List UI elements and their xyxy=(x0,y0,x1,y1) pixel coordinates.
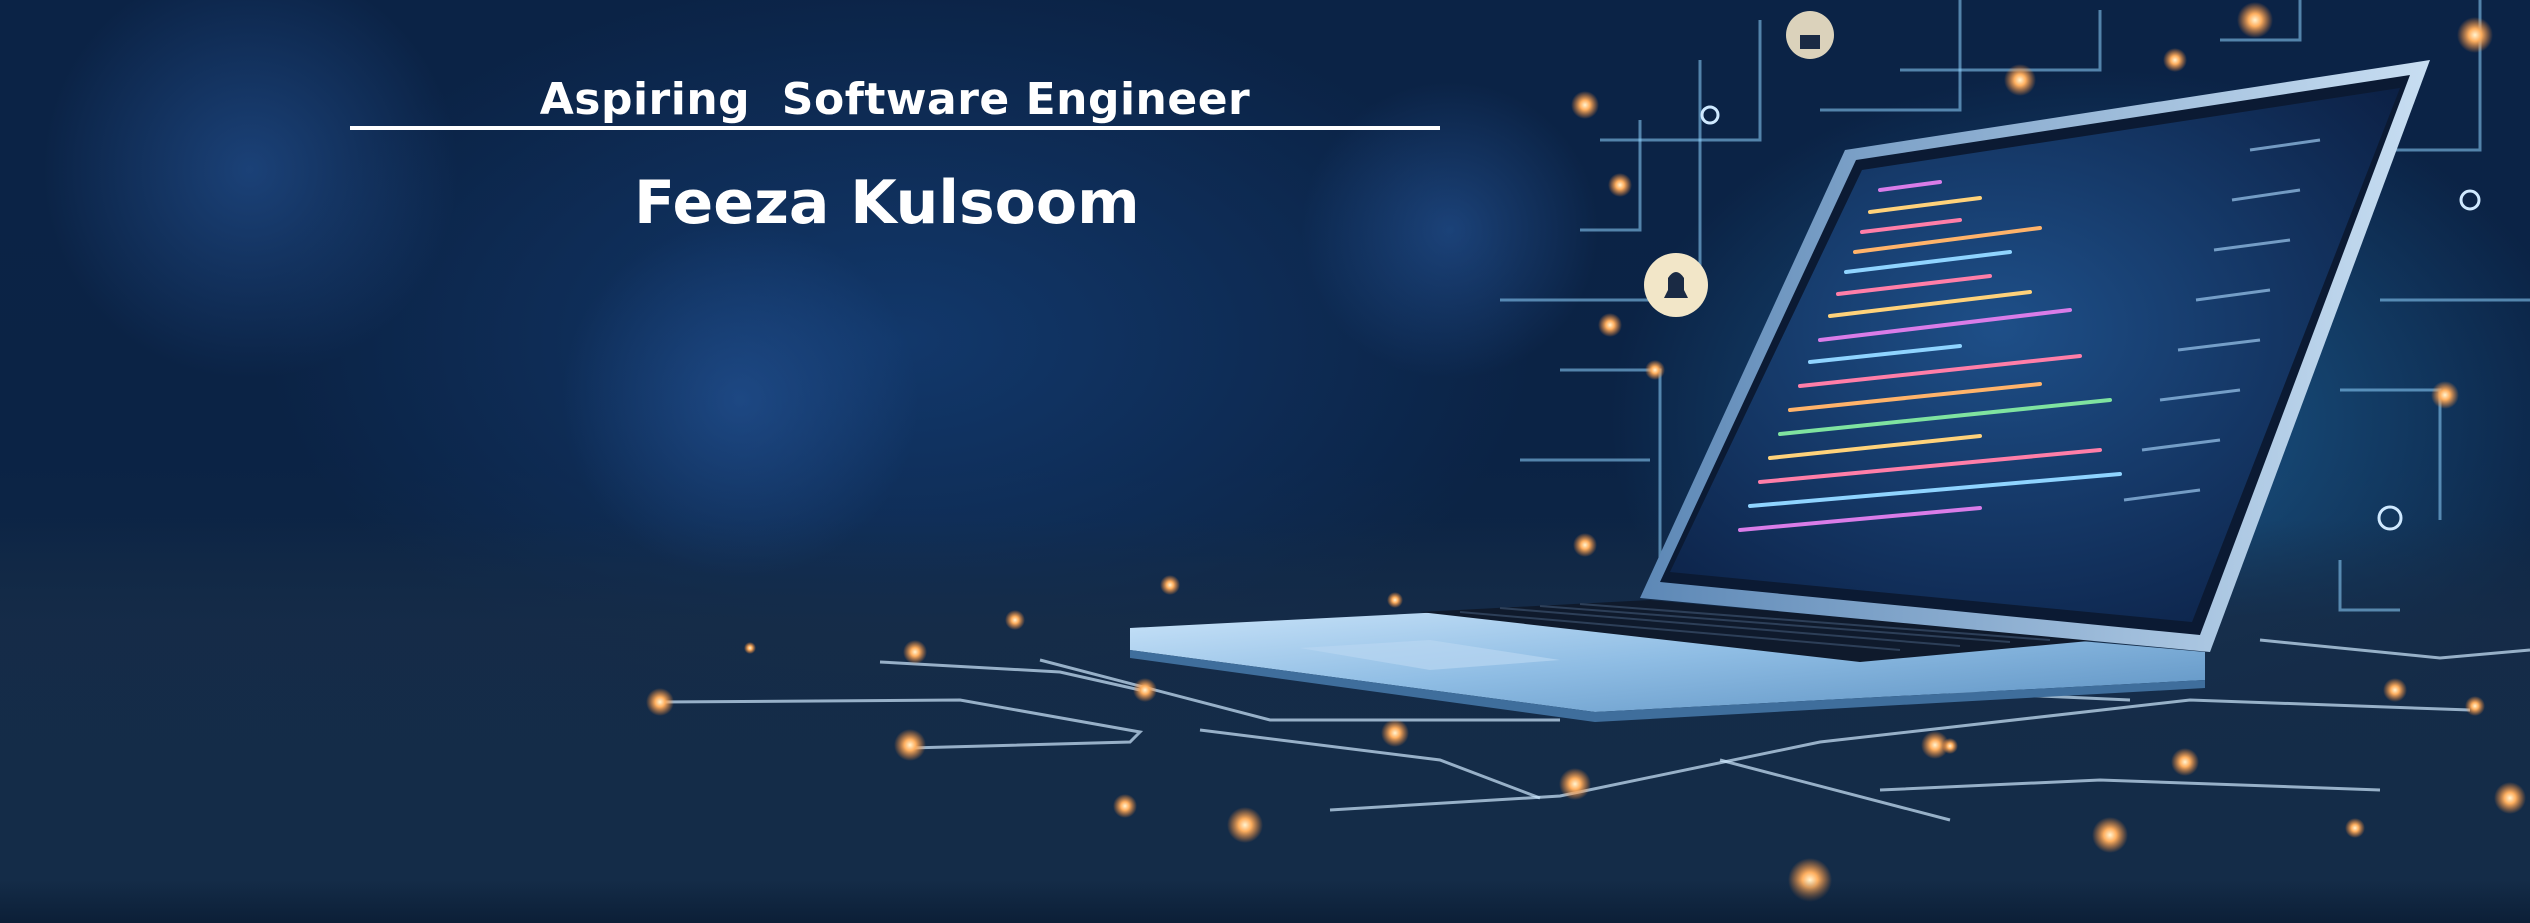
laptop-illustration xyxy=(646,0,2530,902)
tagline-underline xyxy=(350,126,1440,130)
bell-icon xyxy=(1644,253,1708,317)
laptop-screen xyxy=(1640,60,2430,652)
profile-name: Feeza Kulsoom xyxy=(634,168,1140,238)
profile-banner: Aspiring Software Engineer Feeza Kulsoom xyxy=(0,0,2530,923)
bottom-fade xyxy=(0,880,2530,923)
tagline-text: Aspiring Software Engineer xyxy=(539,74,1251,125)
lock-icon xyxy=(1786,11,1834,59)
tagline-block: Aspiring Software Engineer xyxy=(350,72,1440,132)
